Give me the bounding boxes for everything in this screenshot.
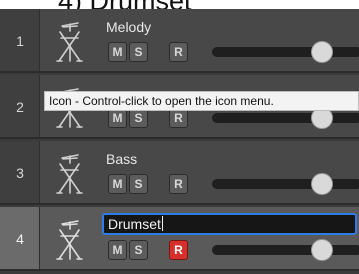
volume-slider-knob[interactable] bbox=[310, 239, 333, 261]
mute-button[interactable]: M bbox=[108, 108, 127, 128]
track-number-column: 4 bbox=[0, 207, 40, 269]
icon-tooltip: Icon - Control-click to open the icon me… bbox=[44, 91, 359, 111]
track-number: 1 bbox=[16, 33, 24, 49]
volume-slider[interactable] bbox=[212, 47, 359, 57]
track-name-input[interactable]: Drumset bbox=[102, 213, 357, 235]
track-number-column: 1 bbox=[0, 9, 40, 71]
track-row-selected[interactable]: 4 Drumset M S R bbox=[0, 207, 359, 271]
volume-slider[interactable] bbox=[212, 245, 359, 255]
record-enable-button[interactable]: R bbox=[169, 240, 188, 260]
text-caret bbox=[161, 216, 163, 231]
track-number-column: 2 bbox=[0, 75, 40, 137]
track-row[interactable]: 1 Melody M S R bbox=[0, 9, 359, 73]
volume-slider[interactable] bbox=[212, 179, 359, 189]
track-number: 3 bbox=[16, 165, 24, 181]
mute-button[interactable]: M bbox=[108, 42, 127, 62]
track-number: 2 bbox=[16, 99, 24, 115]
track-headers-panel: 1 Melody M S R 2 M S R 3 Bass M S R 4 Dr… bbox=[0, 9, 359, 274]
volume-slider-knob[interactable] bbox=[310, 41, 333, 63]
track-number: 4 bbox=[16, 231, 24, 247]
drum-stand-icon[interactable] bbox=[48, 215, 90, 263]
solo-button[interactable]: S bbox=[129, 108, 148, 128]
volume-slider-knob[interactable] bbox=[310, 173, 333, 195]
track-name[interactable]: Bass bbox=[106, 151, 137, 167]
track-name[interactable]: Melody bbox=[106, 19, 151, 35]
drum-stand-icon[interactable] bbox=[48, 149, 90, 197]
solo-button[interactable]: S bbox=[129, 240, 148, 260]
record-enable-button[interactable]: R bbox=[169, 108, 188, 128]
mute-button[interactable]: M bbox=[108, 240, 127, 260]
record-enable-button[interactable]: R bbox=[169, 42, 188, 62]
mute-button[interactable]: M bbox=[108, 174, 127, 194]
track-name-input-text: Drumset bbox=[108, 216, 163, 232]
track-row[interactable]: 3 Bass M S R bbox=[0, 141, 359, 205]
solo-button[interactable]: S bbox=[129, 42, 148, 62]
track-number-column: 3 bbox=[0, 141, 40, 203]
volume-slider[interactable] bbox=[212, 113, 359, 123]
solo-button[interactable]: S bbox=[129, 174, 148, 194]
drum-stand-icon[interactable] bbox=[48, 17, 90, 65]
record-enable-button[interactable]: R bbox=[169, 174, 188, 194]
